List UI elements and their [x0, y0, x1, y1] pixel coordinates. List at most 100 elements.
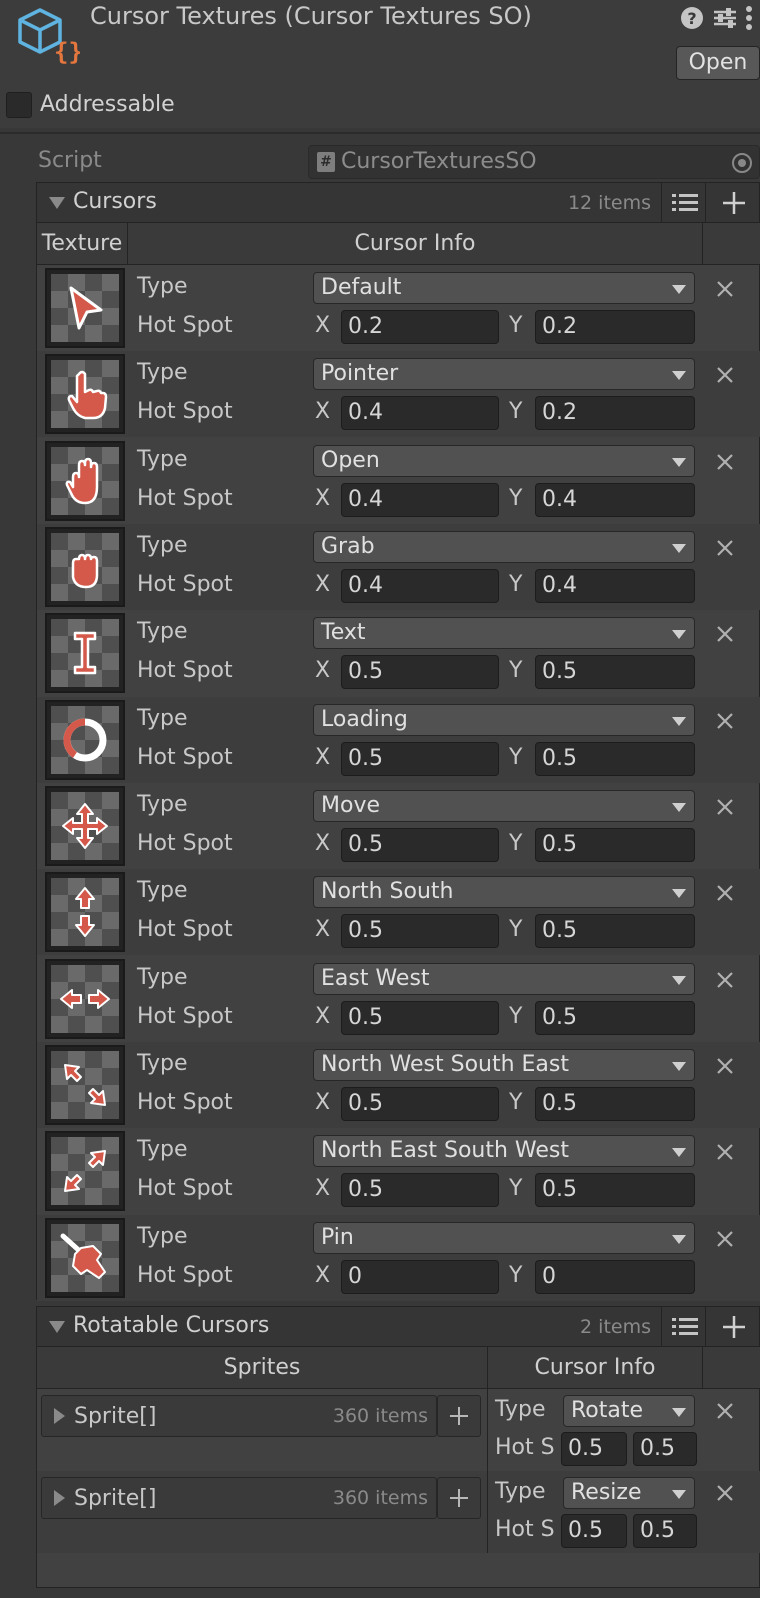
type-dropdown[interactable]: Open [313, 444, 695, 477]
hotspot-x-field[interactable]: 0.4 [341, 396, 499, 431]
texture-field[interactable] [45, 268, 125, 348]
type-dropdown[interactable]: Move [313, 789, 695, 822]
foldout-arrow-icon[interactable] [49, 1321, 65, 1333]
foldout-arrow-icon[interactable] [54, 1490, 65, 1506]
cursors-list-header[interactable]: Cursors 12 items [37, 183, 759, 223]
remove-element-button[interactable] [713, 1399, 737, 1423]
cursors-menu-button[interactable] [661, 183, 705, 223]
sprite-array-foldout[interactable]: Sprite[] 360 items [41, 1395, 437, 1437]
hotspot-y-field[interactable]: 0.5 [535, 827, 695, 862]
hotspot-y-field[interactable]: 0.5 [535, 655, 695, 690]
hotspot-y-field[interactable]: 0.4 [535, 568, 695, 603]
texture-field[interactable] [45, 526, 125, 607]
hotspot-x-field[interactable]: 0.5 [341, 914, 499, 949]
remove-element-button[interactable] [713, 622, 737, 646]
type-dropdown[interactable]: North South [313, 876, 695, 909]
remove-element-button[interactable] [713, 709, 737, 733]
remove-element-button[interactable] [713, 881, 737, 905]
texture-field[interactable] [45, 958, 125, 1039]
hotspot-y-field[interactable]: 0.4 [535, 482, 695, 517]
plus-icon [450, 1489, 468, 1507]
remove-element-button[interactable] [713, 536, 737, 560]
texture-field[interactable] [45, 613, 125, 694]
hotspot-y-field[interactable]: 0.2 [535, 310, 695, 344]
hotspot-y-label: Y [509, 1089, 523, 1115]
texture-field[interactable] [45, 354, 125, 435]
hotspot-y-field[interactable]: 0.5 [535, 1086, 695, 1121]
type-dropdown[interactable]: Pin [313, 1221, 695, 1254]
hot-spot-label: Hot Spot [137, 1003, 233, 1029]
open-button[interactable]: Open [676, 46, 760, 80]
hotspot-x-field[interactable]: 0.5 [341, 827, 499, 862]
remove-element-button[interactable] [713, 450, 737, 474]
foldout-arrow-icon[interactable] [49, 197, 65, 209]
remove-element-button[interactable] [713, 363, 737, 387]
hotspot-y-label: Y [509, 1003, 523, 1029]
type-dropdown[interactable]: Loading [313, 703, 695, 736]
hot-spot-label: Hot S [495, 1435, 555, 1460]
hotspot-y-field[interactable]: 0.5 [535, 1173, 695, 1208]
type-dropdown[interactable]: Pointer [313, 358, 695, 391]
rotatable-add-button[interactable] [705, 1307, 760, 1347]
texture-field[interactable] [45, 1044, 125, 1125]
hotspot-y-label: Y [509, 399, 523, 425]
hotspot-x-field[interactable]: 0.5 [341, 1173, 499, 1208]
remove-element-button[interactable] [713, 1227, 737, 1251]
texture-field[interactable] [45, 440, 125, 521]
hotspot-x-field[interactable]: 0.5 [341, 1000, 499, 1035]
remove-element-button[interactable] [713, 277, 737, 301]
type-dropdown[interactable]: North East South West [313, 1135, 695, 1168]
type-dropdown[interactable]: North West South East [313, 1048, 695, 1081]
hotspot-y-field[interactable]: 0 [535, 1259, 695, 1294]
hotspot-x-field[interactable]: 0 [341, 1259, 499, 1294]
hotspot-y-field[interactable]: 0.5 [535, 914, 695, 949]
hotspot-y-field[interactable]: 0.5 [535, 1000, 695, 1035]
remove-element-button[interactable] [713, 795, 737, 819]
type-dropdown[interactable]: Default [313, 272, 695, 304]
help-icon[interactable]: ? [680, 6, 704, 30]
close-icon [717, 281, 733, 297]
cursors-add-button[interactable] [705, 183, 760, 223]
script-field[interactable]: # CursorTexturesSO [308, 145, 760, 179]
hotspot-x-field[interactable]: 0.5 [561, 1432, 627, 1466]
texture-field[interactable] [45, 872, 125, 953]
hotspot-y-field[interactable]: 0.5 [633, 1514, 697, 1548]
hotspot-y-field[interactable]: 0.2 [535, 396, 695, 431]
type-label: Type [137, 274, 188, 299]
texture-field[interactable] [45, 1217, 125, 1298]
addressable-checkbox[interactable] [6, 92, 32, 118]
texture-field[interactable] [45, 699, 125, 780]
texture-field[interactable] [45, 785, 125, 866]
cursor-row: Type Move Hot Spot X 0.5 Y 0.5 [37, 783, 760, 869]
sprite-add-button[interactable] [437, 1395, 481, 1437]
rotatable-list-header[interactable]: Rotatable Cursors 2 items [37, 1307, 759, 1347]
sprite-array-foldout[interactable]: Sprite[] 360 items [41, 1477, 437, 1519]
texture-field[interactable] [45, 1131, 125, 1212]
preset-icon[interactable] [712, 6, 738, 30]
hotspot-x-field[interactable]: 0.5 [561, 1514, 627, 1548]
object-picker-icon[interactable] [731, 152, 753, 174]
remove-element-button[interactable] [713, 968, 737, 992]
rotatable-menu-button[interactable] [661, 1307, 705, 1347]
foldout-arrow-icon[interactable] [54, 1408, 65, 1424]
type-dropdown[interactable]: Rotate [563, 1395, 695, 1427]
hotspot-x-field[interactable]: 0.5 [341, 655, 499, 690]
type-dropdown[interactable]: East West [313, 962, 695, 995]
type-dropdown[interactable]: Text [313, 617, 695, 650]
hotspot-x-field[interactable]: 0.5 [341, 1086, 499, 1121]
hotspot-x-field[interactable]: 0.4 [341, 482, 499, 517]
sprite-add-button[interactable] [437, 1477, 481, 1519]
remove-element-button[interactable] [713, 1140, 737, 1164]
type-label: Type [495, 1479, 546, 1504]
nesw-icon [64, 1150, 106, 1193]
type-dropdown[interactable]: Grab [313, 530, 695, 563]
hotspot-y-field[interactable]: 0.5 [633, 1432, 697, 1466]
hotspot-x-field[interactable]: 0.4 [341, 568, 499, 603]
remove-element-button[interactable] [713, 1481, 737, 1505]
hotspot-x-field[interactable]: 0.5 [341, 741, 499, 776]
remove-element-button[interactable] [713, 1054, 737, 1078]
type-dropdown[interactable]: Resize [563, 1477, 695, 1509]
hotspot-x-field[interactable]: 0.2 [341, 310, 499, 344]
hotspot-y-field[interactable]: 0.5 [535, 741, 695, 776]
more-icon[interactable] [744, 4, 754, 32]
